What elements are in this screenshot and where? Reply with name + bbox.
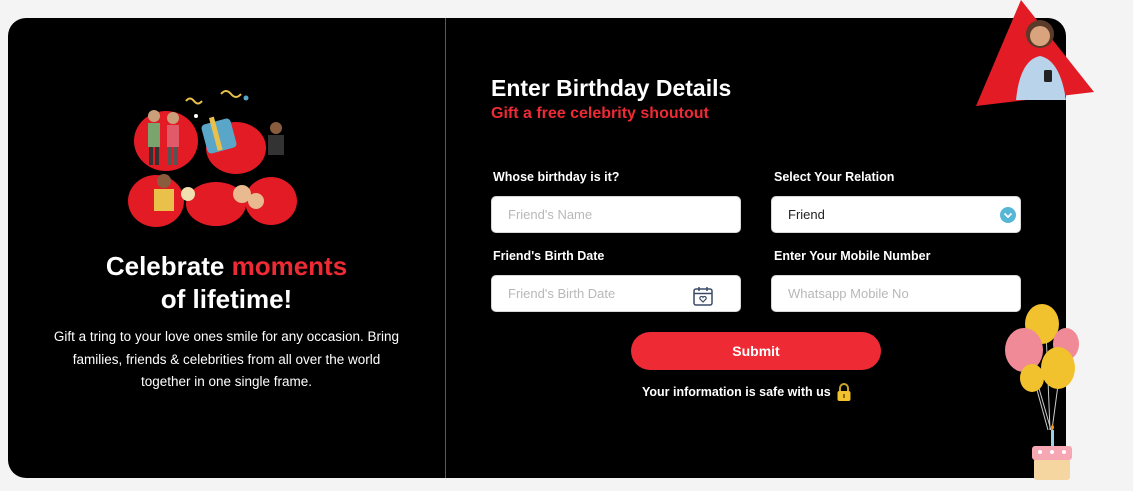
mobile-field[interactable] <box>771 275 1021 312</box>
birthday-card: Celebrate moments of lifetime! Gift a tr… <box>8 18 1066 478</box>
panel-divider <box>445 18 446 478</box>
birth-date-label: Friend's Birth Date <box>493 249 605 263</box>
mobile-label: Enter Your Mobile Number <box>774 249 931 263</box>
form-title: Enter Birthday Details <box>491 75 732 101</box>
submit-button[interactable]: Submit <box>631 332 881 370</box>
form-subtitle: Gift a free celebrity shoutout <box>491 105 709 122</box>
lock-icon <box>837 383 851 401</box>
relation-selected-value: Friend <box>788 207 825 222</box>
calendar-heart-icon[interactable] <box>692 285 714 307</box>
headline: Celebrate moments of lifetime! <box>8 250 445 316</box>
headline-end: of lifetime! <box>160 284 293 314</box>
description-text: Gift a tring to your love ones smile for… <box>53 329 400 389</box>
mobile-input[interactable] <box>772 276 978 311</box>
birth-date-input[interactable] <box>492 276 698 311</box>
celebration-illustration <box>128 90 297 227</box>
relation-select[interactable]: Friend <box>771 196 1021 233</box>
relation-label: Select Your Relation <box>774 170 895 184</box>
safe-text: Your information is safe with us <box>642 385 831 399</box>
birth-date-field[interactable] <box>491 275 741 312</box>
headline-start: Celebrate <box>105 251 232 281</box>
chevron-down-icon[interactable] <box>1000 207 1016 223</box>
headline-highlight: moments <box>231 251 348 281</box>
safe-info: Your information is safe with us <box>642 382 852 402</box>
friend-name-field[interactable] <box>491 196 741 233</box>
balloons-cake-decoration <box>1005 304 1079 480</box>
friend-name-input[interactable] <box>492 197 698 232</box>
celebrity-avatar-decoration <box>976 0 1094 106</box>
whose-birthday-label: Whose birthday is it? <box>493 170 620 184</box>
